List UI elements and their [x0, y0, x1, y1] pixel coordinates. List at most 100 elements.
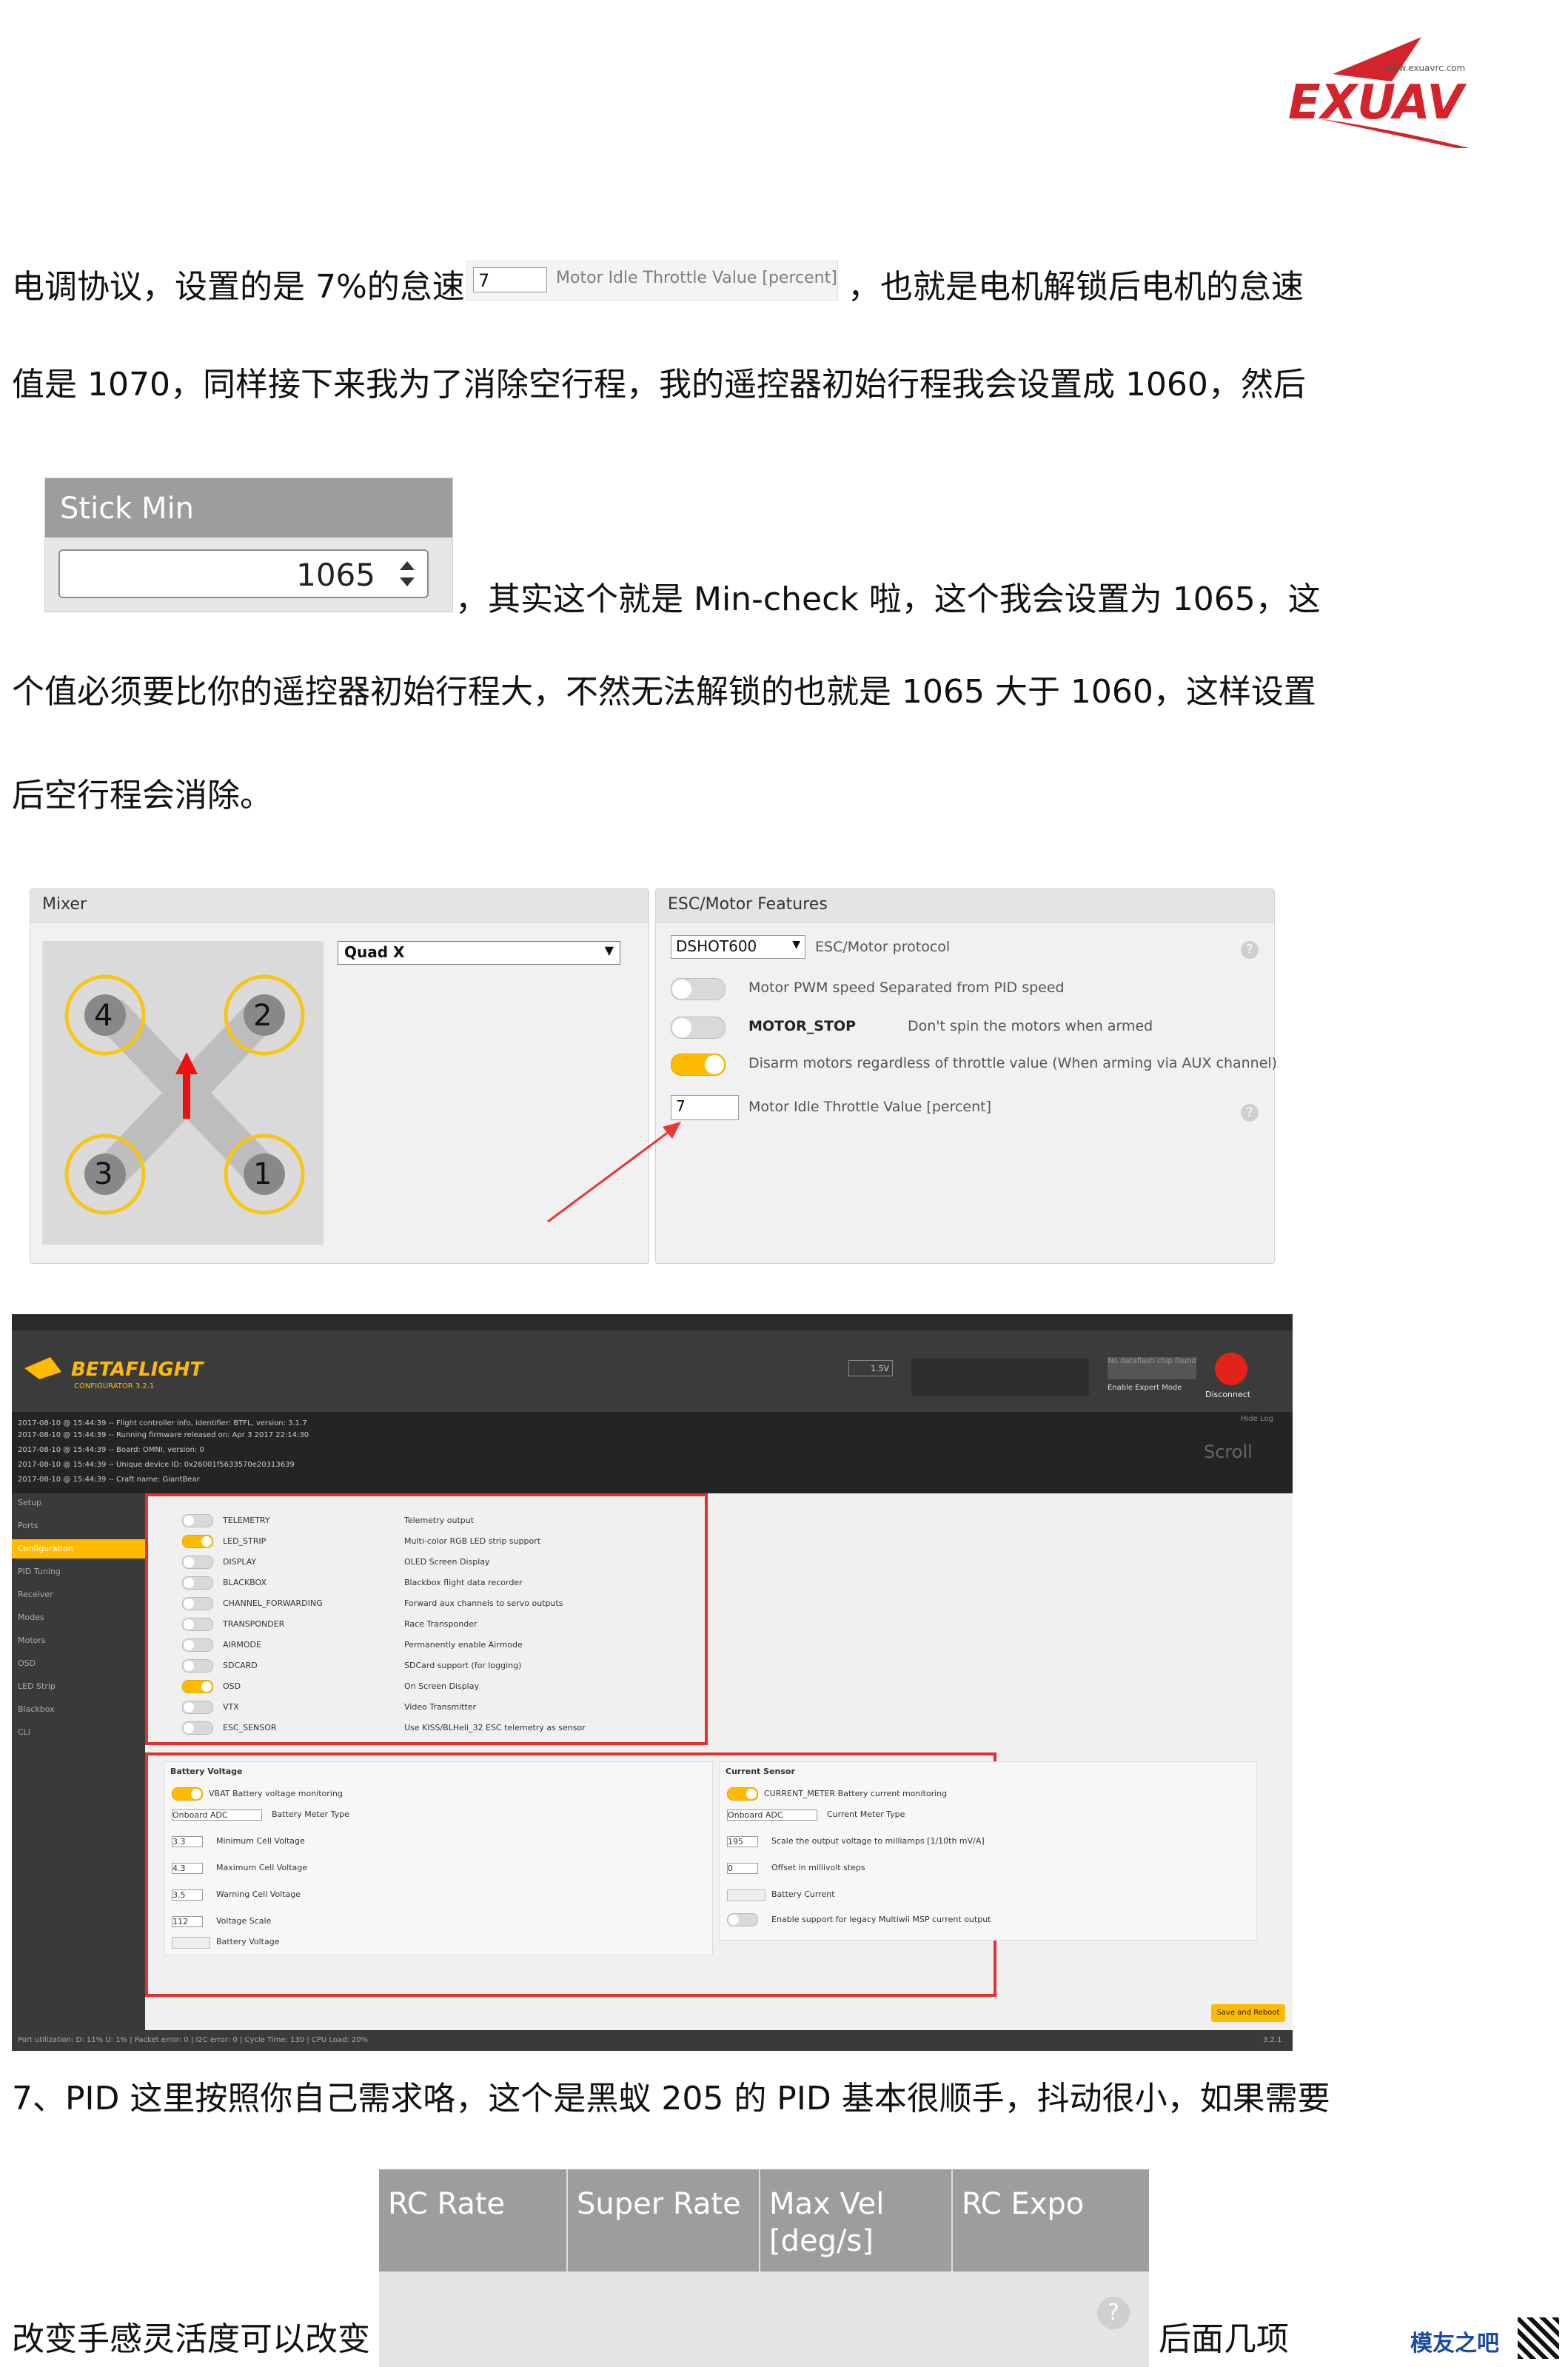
idle-throttle-label: Motor Idle Throttle Value [percent]: [556, 269, 837, 287]
current-meter-toggle[interactable]: [727, 1787, 758, 1801]
sidebar-item-modes[interactable]: Modes: [18, 1613, 44, 1622]
paragraph1-before: 电调协议，设置的是 7%的怠速: [12, 268, 465, 306]
feature-toggle[interactable]: [182, 1514, 213, 1527]
log-line: 2017-08-10 @ 15:44:39 -- Running firmwar…: [18, 1431, 309, 1439]
expert-mode-label[interactable]: Enable Expert Mode: [1108, 1384, 1182, 1392]
legacy-msp-label: Enable support for legacy Multiwii MSP c…: [771, 1915, 991, 1924]
sidebar-item-configuration[interactable]: Configuration: [12, 1539, 145, 1559]
current-panel: Current Sensor CURRENT_METER Battery cur…: [719, 1761, 1257, 1941]
save-reboot-button[interactable]: Save and Reboot: [1211, 2004, 1285, 2022]
log-line: 2017-08-10 @ 15:44:39 -- Flight controll…: [18, 1419, 307, 1427]
current-meter-select[interactable]: Onboard ADC: [727, 1809, 817, 1821]
motor-1-label: 1: [253, 1157, 272, 1191]
feature-toggle[interactable]: [182, 1535, 213, 1548]
feature-toggle[interactable]: [182, 1618, 213, 1631]
legacy-msp-toggle[interactable]: [727, 1913, 758, 1926]
sidebar-item-blackbox[interactable]: Blackbox: [18, 1704, 55, 1714]
battery-voltage-label: Battery Voltage: [216, 1937, 280, 1946]
disarm-toggle[interactable]: [671, 1054, 726, 1076]
sidebar-item-setup[interactable]: Setup: [18, 1498, 41, 1507]
dataflash-status: No dataflash chip found: [1108, 1357, 1196, 1379]
esc-panel: ESC/Motor Features DSHOT600 ▼ ESC/Motor …: [655, 888, 1277, 1264]
vbat-toggle[interactable]: [172, 1787, 203, 1801]
feature-desc: Forward aux channels to servo outputs: [404, 1598, 563, 1608]
hide-log-link[interactable]: Hide Log: [1241, 1415, 1273, 1423]
log-line: 2017-08-10 @ 15:44:39 -- Unique device I…: [18, 1461, 295, 1469]
rc-rate-table: RC Rate Super Rate Max Vel [deg/s] RC Ex…: [379, 2169, 1149, 2367]
max-cell-input[interactable]: 4.3: [172, 1863, 203, 1874]
feature-desc: On Screen Display: [404, 1681, 479, 1691]
vbat-label: VBAT Battery voltage monitoring: [209, 1789, 343, 1798]
esc-protocol-select[interactable]: DSHOT600 ▼: [671, 935, 805, 959]
feature-toggle[interactable]: [182, 1721, 213, 1735]
feature-desc: Video Transmitter: [404, 1702, 477, 1712]
help-icon[interactable]: ?: [1241, 941, 1259, 959]
current-title: Current Sensor: [726, 1767, 795, 1776]
feature-toggle[interactable]: [182, 1701, 213, 1714]
feature-name: VTX: [223, 1702, 239, 1712]
feature-toggle[interactable]: [182, 1597, 213, 1610]
battery-meter-select[interactable]: Onboard ADC: [172, 1809, 262, 1821]
rc-rate-header: RC Rate: [379, 2169, 568, 2271]
header-bar: BETAFLIGHT CONFIGURATOR 3.2.1 1.5V No da…: [12, 1330, 1293, 1412]
sidebar: Setup Ports Configuration PID Tuning Rec…: [12, 1493, 145, 2030]
esc-protocol-value: DSHOT600: [676, 937, 757, 955]
sidebar-item-motors[interactable]: Motors: [18, 1636, 46, 1645]
min-cell-input[interactable]: 3.3: [172, 1836, 203, 1847]
paragraph3: 7、PID 这里按照你自己需求咯，这个是黑蚁 205 的 PID 基本很顺手，抖…: [12, 2080, 1330, 2117]
feature-toggle[interactable]: [182, 1556, 213, 1569]
idle-throttle-snippet: 7 Motor Idle Throttle Value [percent]: [466, 261, 838, 301]
motor-stop-label: MOTOR_STOP: [748, 1018, 857, 1034]
pwm-separate-toggle[interactable]: [671, 978, 726, 1000]
sidebar-item-osd[interactable]: OSD: [18, 1658, 36, 1668]
battery-meter-label: Battery Meter Type: [272, 1809, 349, 1819]
status-bar: Port utilization: D: 11% U: 1% | Packet …: [12, 2030, 1293, 2051]
feature-toggle[interactable]: [182, 1680, 213, 1693]
motor-stop-toggle[interactable]: [671, 1017, 726, 1039]
log-area: 2017-08-10 @ 15:44:39 -- Flight controll…: [12, 1412, 1293, 1493]
motor-2-label: 2: [253, 999, 272, 1033]
feature-name: AIRMODE: [223, 1640, 261, 1650]
log-line: 2017-08-10 @ 15:44:39 -- Board: OMNI, ve…: [18, 1446, 204, 1454]
sidebar-item-pid[interactable]: PID Tuning: [18, 1567, 61, 1576]
stick-min-snippet: Stick Min 1065: [44, 478, 453, 612]
motor-3-label: 3: [94, 1157, 113, 1191]
sidebar-item-cli[interactable]: CLI: [18, 1727, 30, 1737]
current-offset-input[interactable]: 0: [727, 1863, 758, 1874]
feature-name: OSD: [223, 1681, 241, 1691]
rc-expo-header: RC Expo: [953, 2169, 1149, 2271]
help-icon[interactable]: ?: [1241, 1104, 1259, 1122]
help-icon[interactable]: ?: [1097, 2297, 1130, 2329]
max-vel-header: Max Vel [deg/s]: [760, 2169, 953, 2271]
warn-cell-input[interactable]: 3.5: [172, 1889, 203, 1901]
sidebar-item-ports[interactable]: Ports: [18, 1521, 38, 1530]
voltage-scale-input[interactable]: 112: [172, 1916, 203, 1927]
current-scale-input[interactable]: 195: [727, 1836, 758, 1847]
spinner-icon: [400, 561, 415, 586]
feature-toggle[interactable]: [182, 1659, 213, 1673]
stick-min-header: Stick Min: [60, 492, 195, 526]
esc-title: ESC/Motor Features: [668, 895, 828, 914]
paragraph2-line3: 后空行程会消除。: [12, 777, 272, 814]
feature-name: DISPLAY: [223, 1557, 257, 1567]
feature-name: LED_STRIP: [223, 1536, 267, 1546]
feature-desc: Permanently enable Airmode: [404, 1640, 523, 1650]
paragraph4-after: 后面几项: [1159, 2320, 1289, 2358]
esc-protocol-label: ESC/Motor protocol: [815, 939, 951, 955]
red-arrow-icon: [547, 1122, 681, 1223]
feature-toggle[interactable]: [182, 1576, 213, 1590]
sensor-icons: [911, 1359, 1089, 1396]
sidebar-item-ledstrip[interactable]: LED Strip: [18, 1681, 56, 1691]
sidebar-item-receiver[interactable]: Receiver: [18, 1590, 53, 1599]
disconnect-button[interactable]: [1215, 1353, 1247, 1385]
brand-logo: www.exuavrc.com EXUAV: [1273, 30, 1540, 163]
paragraph2-line2: 个值必须要比你的遥控器初始行程大，不然无法解锁的也就是 1065 大于 1060…: [12, 673, 1316, 711]
feature-desc: Blackbox flight data recorder: [404, 1578, 523, 1587]
idle-throttle-input: 7: [473, 267, 547, 292]
sidebar-item-label: Configuration: [18, 1544, 73, 1553]
super-rate-header: Super Rate: [568, 2169, 760, 2271]
feature-toggle[interactable]: [182, 1638, 213, 1652]
mixer-select[interactable]: Quad X ▼: [338, 941, 620, 965]
current-offset-label: Offset in millivolt steps: [771, 1863, 865, 1872]
max-cell-label: Maximum Cell Voltage: [216, 1863, 308, 1872]
